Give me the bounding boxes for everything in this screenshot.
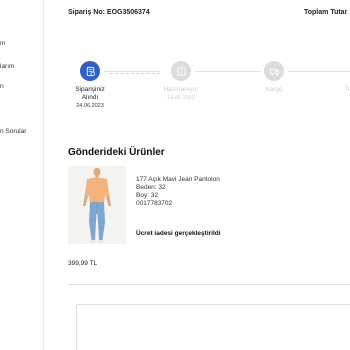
total-amount-label: Toplam Tutar: [304, 9, 348, 16]
model-jeans-illustration: [68, 166, 126, 244]
step-connector: [195, 71, 261, 72]
product-name[interactable]: 177 Açık Mavi Jean Pantolon: [136, 176, 220, 184]
step-preparing-date: 24.06.2023: [167, 95, 195, 101]
step-preparing-circle: [171, 61, 191, 81]
order-header: Sipariş No: EOG3506374 Toplam Tutar: [68, 9, 350, 19]
truck-icon: [269, 68, 279, 75]
shipment-products-title: Gönderideki Ürünler: [68, 147, 165, 158]
product-details: 177 Açık Mavi Jean Pantolon Beden: 32 Bo…: [136, 176, 220, 208]
step-delivered-label: Te: [344, 86, 350, 93]
step-connector-dashed: [110, 73, 160, 74]
step-order-received-circle: [80, 61, 100, 81]
order-number: Sipariş No: EOG3506374: [68, 9, 150, 16]
order-summary-box: [76, 304, 350, 350]
step-connector: [288, 71, 350, 72]
product-sku: 0017783702: [136, 200, 173, 207]
order-status-tracker: Siparişiniz Alındı 24.06.2023 Hazırlanıy…: [0, 58, 350, 118]
step-order-received-label: Siparişiniz Alındı: [75, 86, 105, 101]
account-sidebar: m larım rı n Sorular: [0, 0, 44, 350]
sidebar-item-faq[interactable]: n Sorular: [0, 128, 26, 135]
product-price: 399,99 TL: [68, 260, 98, 267]
document-icon: [86, 66, 95, 76]
package-icon: [176, 66, 186, 76]
sidebar-item-1[interactable]: m: [0, 40, 5, 47]
step-preparing-label: Hazırlanıyor: [163, 86, 199, 93]
step-connector: [104, 71, 160, 72]
refund-status: Ücret iadesi gerçekleştirildi: [136, 230, 221, 237]
section-divider: [68, 284, 350, 285]
step-shipping-label: Kargo: [265, 86, 283, 93]
product-size: Beden: 32: [136, 184, 166, 191]
step-shipping-circle: [264, 61, 284, 81]
product-image[interactable]: [68, 166, 126, 244]
step-order-received-date: 24.06.2023: [76, 103, 104, 109]
product-length: Boy: 32: [136, 192, 159, 199]
